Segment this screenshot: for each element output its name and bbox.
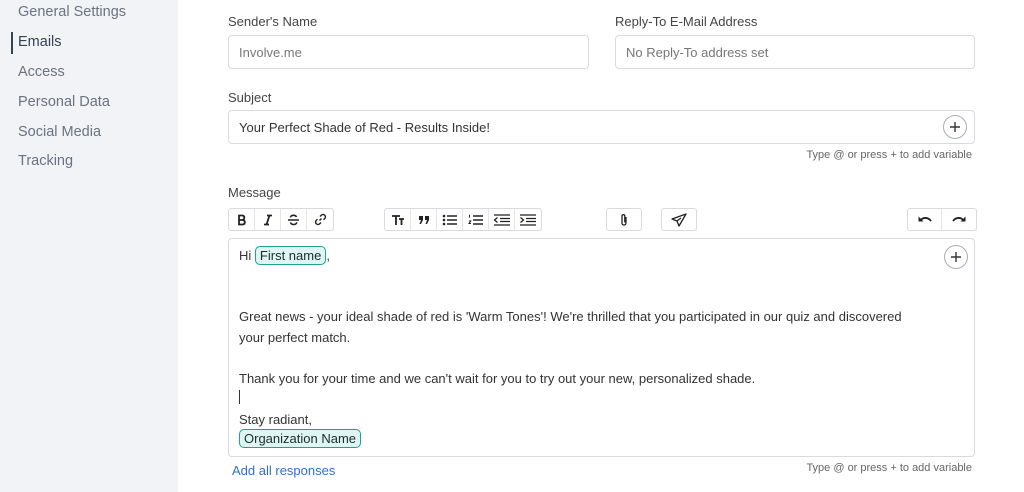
indent-icon[interactable] [515, 209, 541, 230]
toolbar-attachment-group [606, 208, 642, 231]
sidebar-item-personal-data[interactable]: Personal Data [18, 94, 110, 110]
sidebar-item-emails[interactable]: Emails [18, 34, 62, 50]
message-line-1: Great news - your ideal shade of red is … [239, 309, 902, 324]
toolbar-send-group [661, 208, 697, 231]
message-label: Message [228, 185, 281, 200]
subject-label: Subject [228, 90, 272, 105]
bold-icon[interactable] [229, 209, 255, 230]
plus-icon [951, 252, 961, 262]
sender-name-input[interactable]: Involve.me [228, 35, 589, 69]
sidebar-item-tracking[interactable]: Tracking [18, 153, 73, 169]
undo-icon[interactable] [908, 209, 942, 230]
greeting-suffix: , [326, 248, 330, 263]
subject-input[interactable]: Your Perfect Shade of Red - Results Insi… [228, 110, 975, 144]
first-name-variable-tag[interactable]: First name [254, 246, 327, 265]
strikethrough-icon[interactable] [281, 209, 307, 230]
quote-icon[interactable] [411, 209, 437, 230]
message-line-2: your perfect match. [239, 330, 351, 345]
attachment-icon[interactable] [607, 209, 641, 230]
signoff-line: Stay radiant, [239, 412, 312, 427]
sidebar-item-general-settings[interactable]: General Settings [18, 4, 126, 20]
numbered-list-icon[interactable] [463, 209, 489, 230]
bullet-list-icon[interactable] [437, 209, 463, 230]
subject-add-variable-button[interactable] [943, 115, 967, 139]
subject-variable-hint: Type @ or press + to add variable [806, 149, 972, 161]
message-variable-hint: Type @ or press + to add variable [806, 462, 972, 474]
sidebar-item-access[interactable]: Access [18, 64, 65, 80]
settings-sidebar: General Settings Emails Access Personal … [0, 0, 178, 492]
email-settings-panel: Sender's Name Involve.me Reply-To E-Mail… [178, 0, 1024, 492]
sidebar-item-social-media[interactable]: Social Media [18, 124, 101, 140]
toolbar-history-group [907, 208, 977, 231]
send-icon[interactable] [662, 209, 696, 230]
text-size-icon[interactable] [385, 209, 411, 230]
outdent-icon[interactable] [489, 209, 515, 230]
greeting-text: Hi [239, 248, 252, 263]
plus-icon [950, 122, 960, 132]
active-item-indicator [11, 32, 13, 54]
message-editor[interactable]: Hi First name, Great news - your ideal s… [228, 238, 975, 457]
greeting-line: Hi First name, [239, 246, 330, 265]
add-all-responses-link[interactable]: Add all responses [232, 463, 335, 478]
toolbar-block-group [384, 208, 542, 231]
reply-to-label: Reply-To E-Mail Address [615, 14, 758, 29]
link-icon[interactable] [307, 209, 333, 230]
text-cursor [239, 390, 240, 404]
organization-name-variable-tag[interactable]: Organization Name [239, 429, 361, 448]
organization-line: Organization Name [239, 429, 361, 448]
reply-to-input[interactable]: No Reply-To address set [615, 35, 975, 69]
toolbar-format-group [228, 208, 334, 231]
message-add-variable-button[interactable] [944, 245, 968, 269]
italic-icon[interactable] [255, 209, 281, 230]
sender-name-label: Sender's Name [228, 14, 318, 29]
message-line-3: Thank you for your time and we can't wai… [239, 371, 756, 386]
redo-icon[interactable] [942, 209, 976, 230]
